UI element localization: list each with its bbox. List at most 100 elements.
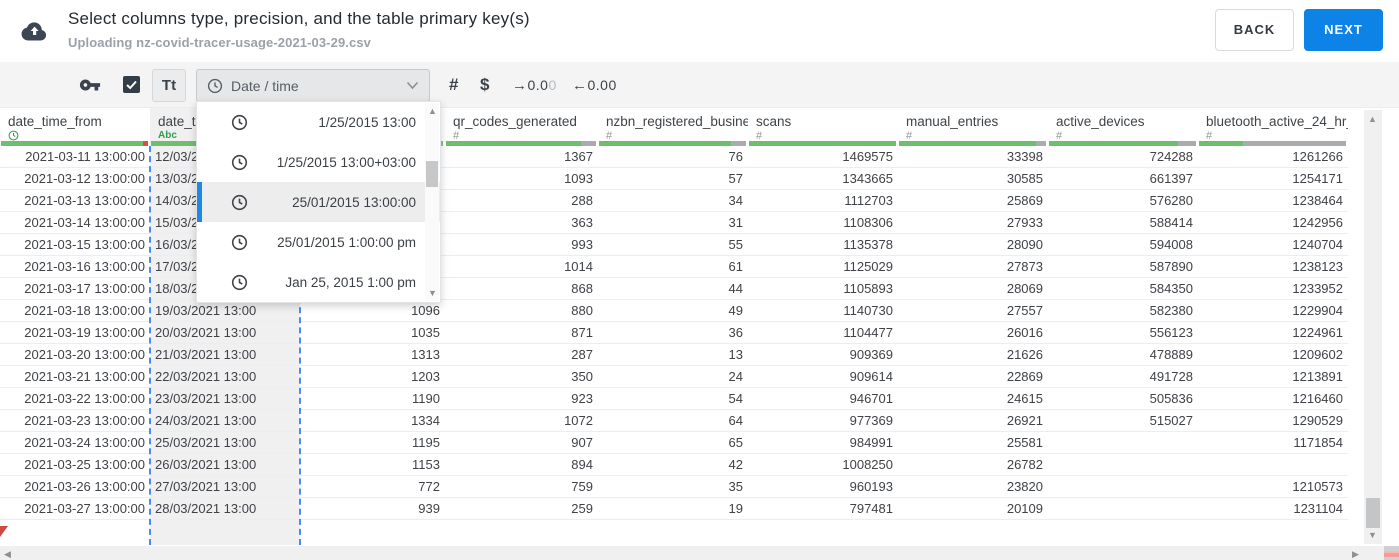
table-cell[interactable]: 515027 — [1048, 410, 1198, 431]
table-cell[interactable]: 1135378 — [748, 234, 898, 255]
table-cell[interactable]: 1014 — [445, 256, 598, 277]
table-cell[interactable]: 26/03/2021 13:00 — [150, 454, 300, 475]
table-cell[interactable]: 1238123 — [1198, 256, 1348, 277]
back-button[interactable]: BACK — [1215, 9, 1294, 51]
primary-key-icon[interactable] — [79, 62, 101, 108]
table-cell[interactable]: 491728 — [1048, 366, 1198, 387]
table-cell[interactable]: 2021-03-21 13:00:00 — [0, 366, 150, 387]
scroll-down-icon[interactable]: ▼ — [1368, 530, 1377, 540]
table-cell[interactable]: 1153 — [300, 454, 445, 475]
table-cell[interactable]: 350 — [445, 366, 598, 387]
table-cell[interactable]: 22/03/2021 13:00 — [150, 366, 300, 387]
table-cell[interactable]: 1190 — [300, 388, 445, 409]
table-cell[interactable]: 2021-03-18 13:00:00 — [0, 300, 150, 321]
text-type-button[interactable]: Tt — [152, 69, 186, 102]
table-cell[interactable]: 24 — [598, 366, 748, 387]
table-cell[interactable]: 1367 — [445, 146, 598, 167]
table-cell[interactable]: 26016 — [898, 322, 1048, 343]
table-cell[interactable]: 505836 — [1048, 388, 1198, 409]
table-cell[interactable]: 28090 — [898, 234, 1048, 255]
table-cell[interactable] — [1198, 454, 1348, 475]
table-cell[interactable]: 1105893 — [748, 278, 898, 299]
table-cell[interactable] — [1048, 432, 1198, 453]
column-header-date_time_from[interactable]: date_time_from — [0, 108, 150, 146]
table-cell[interactable]: 556123 — [1048, 322, 1198, 343]
currency-type-button[interactable]: $ — [480, 62, 489, 108]
table-cell[interactable]: 1140730 — [748, 300, 898, 321]
table-cell[interactable]: 1093 — [445, 168, 598, 189]
table-cell[interactable]: 894 — [445, 454, 598, 475]
table-cell[interactable]: 1213891 — [1198, 366, 1348, 387]
table-cell[interactable]: 2021-03-11 13:00:00 — [0, 146, 150, 167]
table-cell[interactable]: 1096 — [300, 300, 445, 321]
table-cell[interactable]: 724288 — [1048, 146, 1198, 167]
table-cell[interactable]: 288 — [445, 190, 598, 211]
table-cell[interactable]: 1072 — [445, 410, 598, 431]
table-cell[interactable]: 478889 — [1048, 344, 1198, 365]
menu-scrollbar[interactable]: ▲ ▼ — [425, 103, 439, 301]
table-cell[interactable]: 33398 — [898, 146, 1048, 167]
date-format-option[interactable]: 1/25/2015 13:00+03:00 — [197, 142, 440, 182]
table-cell[interactable]: 584350 — [1048, 278, 1198, 299]
table-cell[interactable]: 28/03/2021 13:00 — [150, 498, 300, 519]
table-cell[interactable]: 2021-03-26 13:00:00 — [0, 476, 150, 497]
table-cell[interactable]: 587890 — [1048, 256, 1198, 277]
date-format-option[interactable]: 1/25/2015 13:00 — [197, 102, 440, 142]
table-cell[interactable]: 25869 — [898, 190, 1048, 211]
table-cell[interactable]: 19 — [598, 498, 748, 519]
table-cell[interactable]: 19/03/2021 13:00 — [150, 300, 300, 321]
table-cell[interactable]: 588414 — [1048, 212, 1198, 233]
table-cell[interactable]: 26782 — [898, 454, 1048, 475]
table-cell[interactable]: 44 — [598, 278, 748, 299]
table-cell[interactable]: 65 — [598, 432, 748, 453]
table-cell[interactable]: 1203 — [300, 366, 445, 387]
table-cell[interactable]: 57 — [598, 168, 748, 189]
table-cell[interactable]: 20109 — [898, 498, 1048, 519]
table-cell[interactable]: 30585 — [898, 168, 1048, 189]
scroll-up-icon[interactable]: ▲ — [428, 106, 437, 116]
table-cell[interactable]: 23820 — [898, 476, 1048, 497]
table-cell[interactable]: 772 — [300, 476, 445, 497]
integer-type-button[interactable]: # — [449, 62, 458, 108]
table-cell[interactable]: 2021-03-15 13:00:00 — [0, 234, 150, 255]
table-cell[interactable]: 1261266 — [1198, 146, 1348, 167]
table-cell[interactable]: 13 — [598, 344, 748, 365]
table-cell[interactable]: 76 — [598, 146, 748, 167]
table-cell[interactable]: 909369 — [748, 344, 898, 365]
table-cell[interactable]: 946701 — [748, 388, 898, 409]
column-header-active_devices[interactable]: active_devices # — [1048, 108, 1198, 146]
table-cell[interactable]: 1238464 — [1198, 190, 1348, 211]
table-cell[interactable] — [1048, 454, 1198, 475]
table-cell[interactable]: 2021-03-17 13:00:00 — [0, 278, 150, 299]
table-cell[interactable] — [1048, 476, 1198, 497]
table-cell[interactable]: 1108306 — [748, 212, 898, 233]
table-cell[interactable]: 2021-03-12 13:00:00 — [0, 168, 150, 189]
table-cell[interactable]: 363 — [445, 212, 598, 233]
table-cell[interactable]: 759 — [445, 476, 598, 497]
table-cell[interactable]: 23/03/2021 13:00 — [150, 388, 300, 409]
table-cell[interactable]: 661397 — [1048, 168, 1198, 189]
table-cell[interactable]: 1210573 — [1198, 476, 1348, 497]
table-cell[interactable]: 27933 — [898, 212, 1048, 233]
table-cell[interactable]: 2021-03-27 13:00:00 — [0, 498, 150, 519]
scroll-right-icon[interactable]: ▶ — [1352, 549, 1359, 559]
vertical-scrollbar[interactable]: ▲ ▼ — [1364, 110, 1382, 544]
table-cell[interactable]: 54 — [598, 388, 748, 409]
datetime-type-dropdown[interactable]: Date / time — [196, 69, 430, 102]
table-cell[interactable]: 923 — [445, 388, 598, 409]
table-cell[interactable]: 42 — [598, 454, 748, 475]
date-format-option-selected[interactable]: 25/01/2015 13:00:00 — [197, 182, 440, 222]
table-cell[interactable]: 27873 — [898, 256, 1048, 277]
decrease-decimal-button[interactable]: ← 0.00 — [572, 62, 617, 108]
table-cell[interactable]: 1233952 — [1198, 278, 1348, 299]
horizontal-scrollbar[interactable]: ◀ ▶ — [0, 546, 1384, 560]
table-cell[interactable]: 1008250 — [748, 454, 898, 475]
vertical-scrollbar-thumb[interactable] — [1366, 498, 1380, 528]
table-cell[interactable]: 1216460 — [1198, 388, 1348, 409]
boolean-type-checkbox[interactable] — [123, 76, 140, 93]
table-cell[interactable]: 27557 — [898, 300, 1048, 321]
table-cell[interactable]: 35 — [598, 476, 748, 497]
table-cell[interactable]: 1313 — [300, 344, 445, 365]
table-cell[interactable]: 871 — [445, 322, 598, 343]
table-cell[interactable]: 55 — [598, 234, 748, 255]
